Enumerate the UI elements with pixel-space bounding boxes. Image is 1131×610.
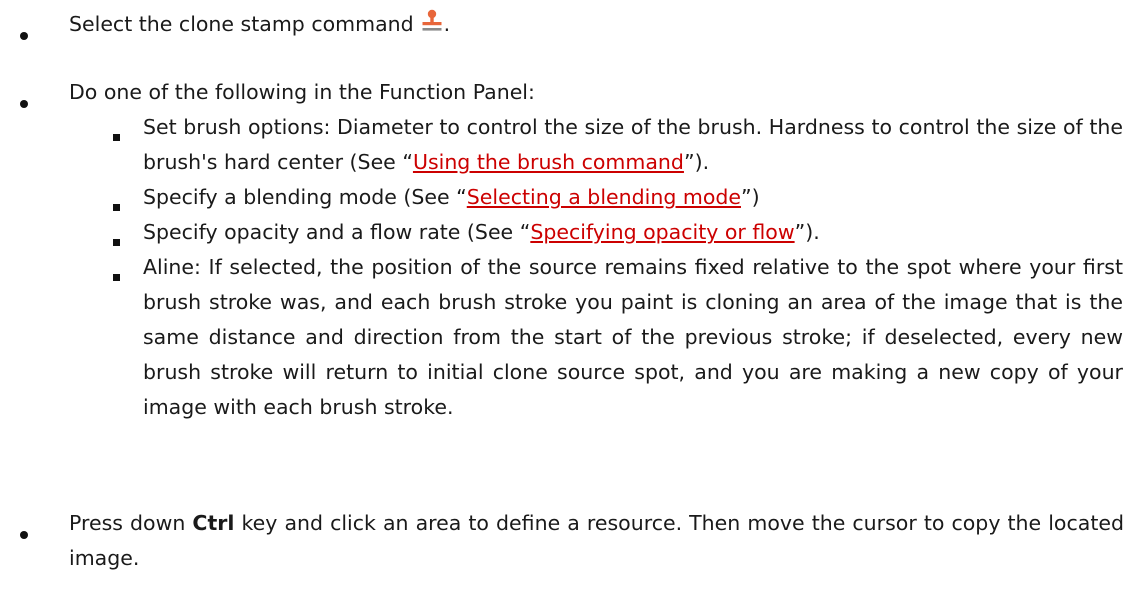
square-bullet — [113, 239, 120, 246]
step-text: Do one of the following in the Function … — [69, 80, 535, 104]
instructions-document: Select the clone stamp command . Do one … — [0, 0, 1131, 610]
sub-aline: Aline: If selected, the position of the … — [143, 250, 1123, 425]
sub-text-suffix: ”). — [683, 150, 710, 174]
square-bullet — [113, 134, 120, 141]
square-bullet — [113, 204, 120, 211]
link-specifying-opacity-flow[interactable]: Specifying opacity or flow — [530, 220, 794, 244]
sub-opacity-flow: Specify opacity and a flow rate (See “Sp… — [143, 215, 1123, 250]
sub-text: Aline: If selected, the position of the … — [143, 255, 1123, 419]
step-text: Select the clone stamp command — [69, 12, 414, 36]
sub-text-suffix: ”) — [740, 185, 760, 209]
step-trailing: . — [443, 12, 451, 36]
step-press-ctrl: Press down Ctrl key and click an area to… — [69, 506, 1124, 576]
sub-text-prefix: Specify opacity and a flow rate (See “ — [143, 220, 531, 244]
bullet — [20, 32, 28, 40]
step-text-pre: Press down — [69, 511, 193, 535]
link-selecting-blending-mode[interactable]: Selecting a blending mode — [467, 185, 741, 209]
sub-text-suffix: ”). — [794, 220, 820, 244]
sub-text-prefix: Specify a blending mode (See “ — [143, 185, 467, 209]
square-bullet — [113, 274, 120, 281]
bullet — [20, 100, 28, 108]
bullet — [20, 531, 28, 539]
sub-blending-mode: Specify a blending mode (See “Selecting … — [143, 180, 1123, 215]
step-select-clone-stamp: Select the clone stamp command . — [69, 7, 1124, 44]
sub-brush-options: Set brush options: Diameter to control t… — [143, 110, 1123, 180]
step-function-panel: Do one of the following in the Function … — [69, 75, 1124, 110]
link-using-brush-command[interactable]: Using the brush command — [413, 150, 684, 174]
clone-stamp-icon[interactable] — [420, 9, 444, 44]
ctrl-key: Ctrl — [192, 511, 235, 535]
